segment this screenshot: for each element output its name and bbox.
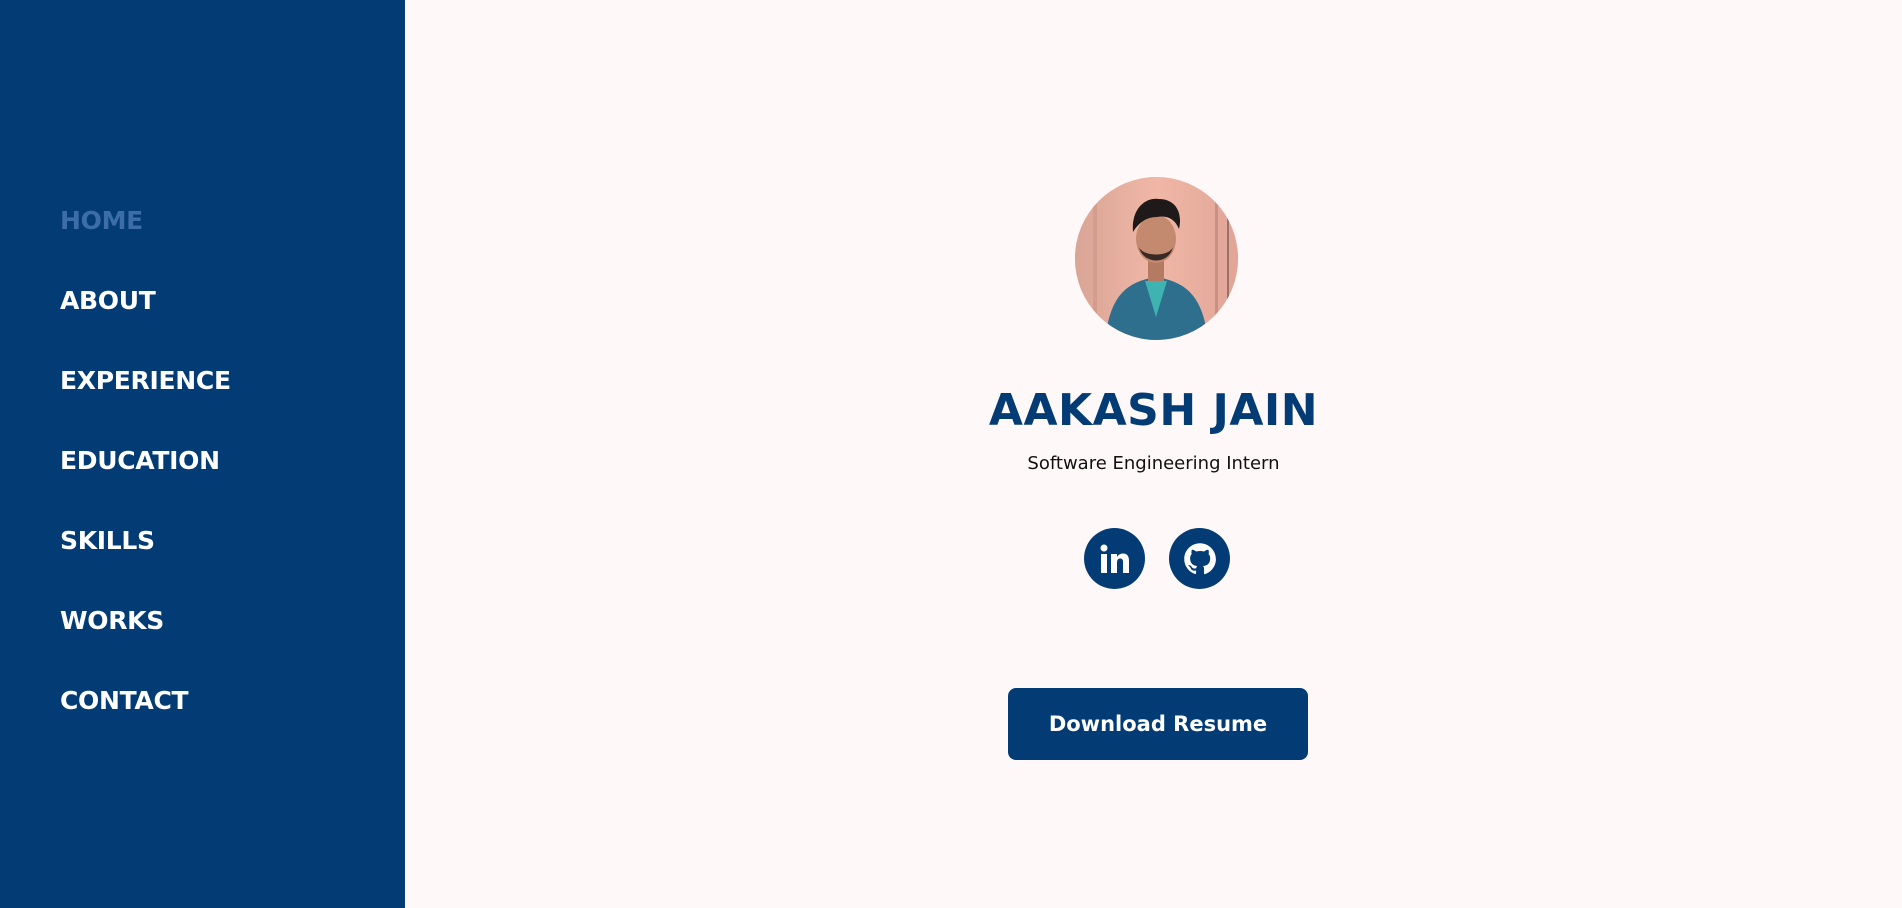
nav-link-works[interactable]: WORKS [60,606,164,635]
social-links [1084,528,1230,589]
nav-link-home[interactable]: HOME [60,206,143,235]
profile-name: AAKASH JAIN [988,385,1319,436]
linkedin-icon [1100,544,1129,573]
page: HOME ABOUT EXPERIENCE EDUCATION SKILLS W… [0,0,1902,908]
sidebar-item-skills: SKILLS [60,500,231,580]
github-icon [1183,542,1216,574]
main-content: AAKASH JAIN Software Engineering Intern … [405,0,1902,908]
sidebar: HOME ABOUT EXPERIENCE EDUCATION SKILLS W… [0,0,405,908]
download-resume-button[interactable]: Download Resume [1008,688,1308,760]
sidebar-item-about: ABOUT [60,260,231,340]
sidebar-item-education: EDUCATION [60,420,231,500]
nav-link-education[interactable]: EDUCATION [60,446,220,475]
nav-link-contact[interactable]: CONTACT [60,686,189,715]
sidebar-nav: HOME ABOUT EXPERIENCE EDUCATION SKILLS W… [60,180,231,740]
profile-role: Software Engineering Intern [1027,453,1280,474]
github-link[interactable] [1169,528,1230,589]
nav-link-experience[interactable]: EXPERIENCE [60,366,231,395]
nav-link-about[interactable]: ABOUT [60,286,156,315]
linkedin-link[interactable] [1084,528,1145,589]
sidebar-item-experience: EXPERIENCE [60,340,231,420]
sidebar-item-contact: CONTACT [60,660,231,740]
sidebar-item-works: WORKS [60,580,231,660]
nav-link-skills[interactable]: SKILLS [60,526,155,555]
avatar [1075,177,1238,340]
avatar-photo [1075,177,1238,340]
sidebar-item-home: HOME [60,180,231,260]
